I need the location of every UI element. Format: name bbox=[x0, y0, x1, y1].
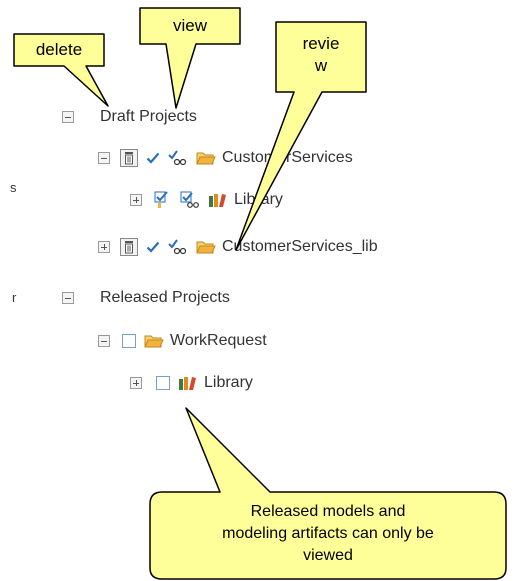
review-icon[interactable] bbox=[168, 238, 188, 256]
delete-callout-label: delete bbox=[35, 40, 83, 59]
folder-open-icon bbox=[196, 239, 216, 255]
draft-projects-node: Draft Projects bbox=[62, 106, 197, 128]
collapse-toggle[interactable] bbox=[98, 152, 110, 164]
select-checkbox[interactable] bbox=[156, 376, 170, 390]
tree-item-label[interactable]: CustomerServices bbox=[222, 149, 353, 167]
view-callout-label: view bbox=[172, 16, 207, 35]
left-edge-text-fragment: r bbox=[12, 290, 17, 305]
review-callout-label-line2: w bbox=[314, 56, 328, 75]
tree-item-label[interactable]: Library bbox=[234, 191, 283, 209]
model-check-icon[interactable] bbox=[154, 191, 172, 209]
tree-item-label[interactable]: WorkRequest bbox=[170, 332, 267, 350]
checkmark-icon[interactable] bbox=[146, 240, 160, 254]
tree-item-workrequest: WorkRequest bbox=[98, 330, 267, 352]
library-icon bbox=[208, 192, 228, 208]
review-callout-label-line1: revie bbox=[302, 34, 340, 53]
checkmark-icon[interactable] bbox=[146, 151, 160, 165]
project-tree: Draft Projects CustomerServices Library … bbox=[0, 0, 518, 581]
released-callout-line1: Released models and bbox=[250, 503, 406, 520]
released-callout-line3: viewed bbox=[303, 547, 353, 564]
tree-item-label[interactable]: Library bbox=[204, 374, 253, 392]
trash-icon[interactable] bbox=[120, 238, 138, 256]
collapse-toggle[interactable] bbox=[62, 111, 74, 123]
tree-item-customerservices-lib: CustomerServices_lib bbox=[98, 236, 378, 258]
review-icon[interactable] bbox=[168, 149, 188, 167]
collapse-toggle[interactable] bbox=[98, 335, 110, 347]
released-callout-line2: modeling artifacts can only be bbox=[222, 525, 434, 542]
expand-toggle[interactable] bbox=[130, 377, 142, 389]
trash-icon[interactable] bbox=[120, 149, 138, 167]
select-checkbox[interactable] bbox=[122, 334, 136, 348]
draft-projects-label[interactable]: Draft Projects bbox=[100, 108, 197, 126]
tree-item-label[interactable]: CustomerServices_lib bbox=[222, 238, 378, 256]
tree-item-library-draft: Library bbox=[130, 189, 283, 211]
tree-item-customerservices: CustomerServices bbox=[98, 147, 353, 169]
released-projects-label[interactable]: Released Projects bbox=[100, 289, 230, 307]
folder-open-icon bbox=[196, 150, 216, 166]
collapse-toggle[interactable] bbox=[62, 292, 74, 304]
folder-open-icon bbox=[144, 333, 164, 349]
review-model-icon[interactable] bbox=[180, 191, 200, 209]
left-edge-text-fragment: s bbox=[10, 180, 17, 195]
library-icon bbox=[178, 375, 198, 391]
expand-toggle[interactable] bbox=[98, 241, 110, 253]
released-projects-node: Released Projects bbox=[62, 287, 230, 309]
expand-toggle[interactable] bbox=[130, 194, 142, 206]
tree-item-library-released: Library bbox=[130, 372, 253, 394]
